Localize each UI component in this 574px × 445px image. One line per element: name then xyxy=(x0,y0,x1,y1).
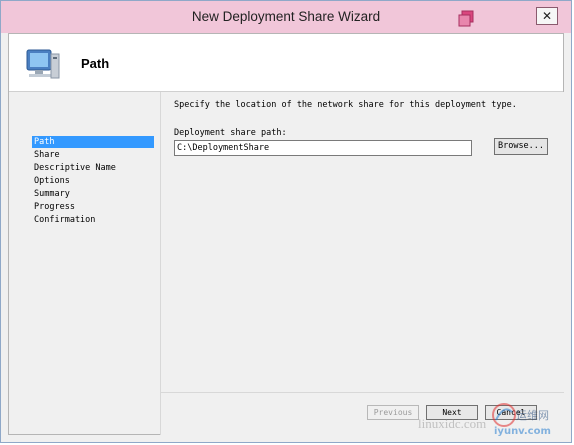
computer-icon xyxy=(26,49,60,79)
wizard-content: Specify the location of the network shar… xyxy=(160,92,564,392)
watermark-cn-text: 运维网 xyxy=(516,409,549,422)
path-label: Deployment share path: xyxy=(174,128,287,138)
nav-item-share[interactable]: Share xyxy=(32,149,154,161)
watermark: linuxidc.com 运维网 iyunv.com xyxy=(418,403,551,437)
close-button[interactable]: ✕ xyxy=(536,7,558,25)
nav-item-options[interactable]: Options xyxy=(32,175,154,187)
instruction-text: Specify the location of the network shar… xyxy=(174,100,517,110)
wizard-client-area: Path Path Share Descriptive Name Options… xyxy=(8,33,564,435)
nav-item-summary[interactable]: Summary xyxy=(32,188,154,200)
title-bar[interactable]: New Deployment Share Wizard ✕ xyxy=(1,1,571,33)
window-title: New Deployment Share Wizard xyxy=(191,9,381,24)
app-icon xyxy=(458,10,474,27)
wizard-window: New Deployment Share Wizard ✕ Path Path … xyxy=(0,0,572,443)
nav-item-path[interactable]: Path xyxy=(32,136,154,148)
wizard-header: Path xyxy=(9,34,563,92)
watermark-text: linuxidc.com xyxy=(418,416,486,431)
page-title: Path xyxy=(81,56,110,71)
deployment-share-path-input[interactable]: C:\DeploymentShare xyxy=(174,140,472,156)
browse-button[interactable]: Browse... xyxy=(494,138,548,155)
wizard-steps-nav: Path Share Descriptive Name Options Summ… xyxy=(9,92,159,434)
watermark-brand: iyunv.com xyxy=(494,426,551,437)
nav-item-descriptive-name[interactable]: Descriptive Name xyxy=(32,162,154,174)
nav-item-progress[interactable]: Progress xyxy=(32,201,154,213)
nav-item-confirmation[interactable]: Confirmation xyxy=(32,214,154,226)
